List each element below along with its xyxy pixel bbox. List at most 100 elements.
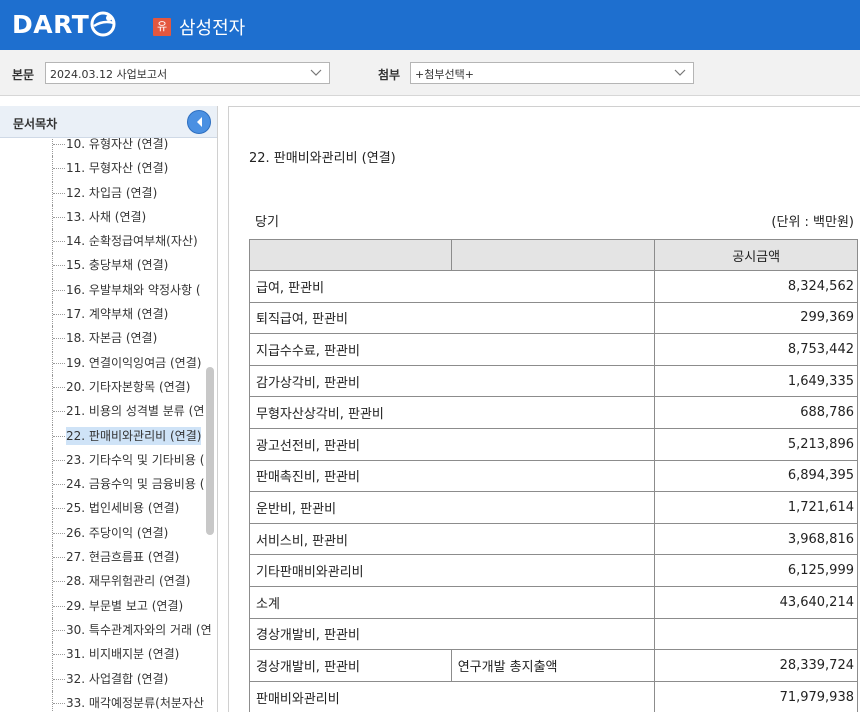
logo-globe-icon — [90, 11, 116, 37]
toc-item[interactable]: 26. 주당이익 (연결) — [0, 520, 217, 545]
toc-title: 문서목차 — [13, 117, 58, 131]
tree-connector — [52, 204, 66, 229]
toc-item-label: 32. 사업결합 (연결) — [66, 671, 169, 686]
tree-connector — [52, 350, 66, 375]
attachment-select-value: +첨부선택+ — [415, 68, 474, 81]
toc-item[interactable]: 11. 무형자산 (연결) — [0, 156, 217, 181]
company-name: 삼성전자 — [179, 18, 246, 39]
toc-item-label: 22. 판매비와관리비 (연결) — [66, 426, 202, 445]
toc-item[interactable]: 14. 순확정급여부채(자산) — [0, 229, 217, 254]
toc-item-label: 12. 차입금 (연결) — [66, 185, 158, 200]
chevron-down-icon — [310, 69, 322, 76]
tree-connector — [52, 277, 66, 302]
tree-connector — [52, 447, 66, 472]
amount-cell: 6,894,395 — [654, 459, 858, 493]
company-type-badge: 유 — [153, 18, 171, 36]
toc-item[interactable]: 33. 매각예정분류(처분자산 — [0, 690, 217, 712]
tree-connector — [52, 472, 66, 497]
toc-item[interactable]: 29. 부문별 보고 (연결) — [0, 593, 217, 618]
toc-item-label: 15. 충당부채 (연결) — [66, 258, 169, 273]
toc-item[interactable]: 17. 계약부채 (연결) — [0, 302, 217, 327]
toc-item[interactable]: 12. 차입금 (연결) — [0, 180, 217, 205]
table-of-contents-panel: 문서목차 10. 유형자산 (연결) 11. 무형자산 (연결) 12. 차입금 (… — [0, 106, 218, 712]
toc-item[interactable]: 13. 사채 (연결) — [0, 204, 217, 229]
toc-item-label: 20. 기타자본항목 (연결) — [66, 379, 191, 394]
toc-item[interactable]: 31. 비지배지분 (연결) — [0, 642, 217, 667]
toc-tree[interactable]: 10. 유형자산 (연결) 11. 무형자산 (연결) 12. 차입금 (연결) 13… — [0, 138, 217, 712]
table-row: 감가상각비, 판관비 1,649,335 — [248, 364, 858, 398]
tree-connector — [52, 302, 66, 327]
document-selector-bar: 본문 2024.03.12 사업보고서 첨부 +첨부선택+ — [0, 50, 860, 96]
tree-connector — [52, 229, 66, 254]
table-row: 소계 43,640,214 — [248, 585, 858, 619]
tree-connector — [52, 690, 66, 712]
toc-item[interactable]: 20. 기타자본항목 (연결) — [0, 374, 217, 399]
tree-connector — [52, 138, 66, 156]
main-doc-select-value: 2024.03.12 사업보고서 — [50, 68, 168, 81]
amount-cell: 1,721,614 — [654, 491, 858, 524]
amount-cell: 688,786 — [654, 396, 858, 429]
table-row: 퇴직급여, 판관비 299,369 — [248, 301, 858, 335]
toc-item[interactable]: 15. 충당부채 (연결) — [0, 253, 217, 278]
table-row: 서비스비, 판관비 3,968,816 — [248, 522, 858, 556]
toc-item-label: 18. 자본금 (연결) — [66, 331, 158, 346]
toc-item[interactable]: 16. 우발부채와 약정사항 ( — [0, 277, 217, 302]
account-name-cell: 경상개발비, 판관비 — [249, 649, 452, 682]
amount-cell — [654, 617, 858, 651]
toc-item[interactable]: 19. 연결이익잉여금 (연결) — [0, 350, 217, 375]
collapse-sidebar-button[interactable] — [187, 110, 211, 134]
sga-expense-table: 공시금액 급여, 판관비 8,324,562 퇴직급여, 판관비 299,369 지급수… — [248, 239, 858, 712]
toc-item-label: 29. 부문별 보고 (연결) — [66, 598, 184, 613]
toc-item-label: 26. 주당이익 (연결) — [66, 525, 169, 540]
toc-item[interactable]: 21. 비용의 성격별 분류 (연 — [0, 399, 217, 424]
tree-connector — [52, 374, 66, 399]
dart-logo[interactable]: DART — [12, 9, 116, 39]
table-row: 광고선전비, 판관비 5,213,896 — [248, 427, 858, 461]
toc-item-label: 25. 법인세비용 (연결) — [66, 501, 180, 516]
amount-column-header: 공시금액 — [654, 239, 858, 271]
tree-connector — [52, 253, 66, 278]
tree-connector — [52, 423, 66, 448]
toc-item-label: 27. 현금흐름표 (연결) — [66, 550, 180, 565]
logo-text: DART — [12, 9, 90, 39]
account-name-cell: 무형자산상각비, 판관비 — [248, 396, 656, 429]
unit-label: (단위 : 백만원) — [771, 215, 854, 230]
amount-cell: 71,979,938 — [654, 680, 858, 712]
tree-connector — [52, 156, 66, 181]
account-name-cell: 서비스비, 판관비 — [248, 522, 656, 556]
toc-item[interactable]: 30. 특수관계자와의 거래 (연 — [0, 617, 217, 642]
tree-connector — [52, 593, 66, 618]
attachment-select[interactable]: +첨부선택+ — [410, 62, 694, 84]
tree-connector — [52, 617, 66, 642]
table-row: 판매비와관리비 71,979,938 — [248, 680, 858, 712]
toc-item-label: 31. 비지배지분 (연결) — [66, 647, 180, 662]
table-row: 경상개발비, 판관비 연구개발 총지출액 28,339,724 — [249, 649, 858, 682]
account-name-cell: 판매비와관리비 — [248, 680, 656, 712]
main-doc-select[interactable]: 2024.03.12 사업보고서 — [45, 62, 330, 84]
toc-item-label: 33. 매각예정분류(처분자산 — [66, 695, 204, 710]
toc-item-label: 17. 계약부채 (연결) — [66, 307, 169, 322]
account-name-cell: 지급수수료, 판관비 — [248, 333, 656, 366]
tree-connector — [52, 326, 66, 351]
toc-item[interactable]: 24. 금융수익 및 금융비용 ( — [0, 472, 217, 497]
account-detail-cell: 연구개발 총지출액 — [450, 649, 656, 682]
tree-connector — [52, 399, 66, 424]
toc-header: 문서목차 — [0, 106, 217, 138]
account-name-cell: 경상개발비, 판관비 — [248, 617, 656, 651]
toc-item-label: 21. 비용의 성격별 분류 (연 — [66, 404, 205, 419]
toc-item[interactable]: 32. 사업결합 (연결) — [0, 666, 217, 691]
account-name-cell: 퇴직급여, 판관비 — [248, 301, 656, 335]
toc-item[interactable]: 25. 법인세비용 (연결) — [0, 496, 217, 521]
toc-item-label: 28. 재무위험관리 (연결) — [66, 574, 191, 589]
toc-item[interactable]: 22. 판매비와관리비 (연결) — [0, 423, 217, 448]
toc-item[interactable]: 23. 기타수익 및 기타비용 ( — [0, 447, 217, 472]
toc-scrollbar-thumb[interactable] — [206, 367, 214, 535]
toc-item-label: 14. 순확정급여부채(자산) — [66, 234, 198, 249]
toc-item[interactable]: 28. 재무위험관리 (연결) — [0, 569, 217, 594]
account-name-cell: 판매촉진비, 판관비 — [248, 459, 656, 493]
amount-cell: 6,125,999 — [654, 554, 858, 587]
toc-item[interactable]: 27. 현금흐름표 (연결) — [0, 545, 217, 570]
toc-item[interactable]: 18. 자본금 (연결) — [0, 326, 217, 351]
toc-item[interactable]: 10. 유형자산 (연결) — [0, 138, 217, 156]
toc-item-label: 10. 유형자산 (연결) — [66, 138, 169, 151]
